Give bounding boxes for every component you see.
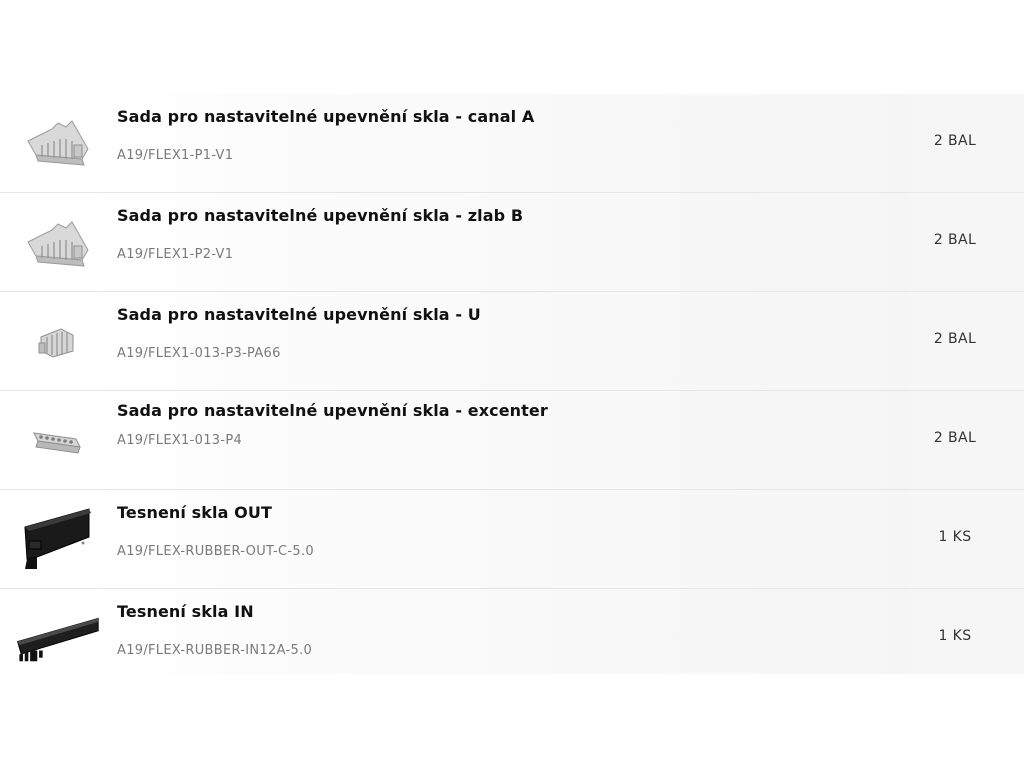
list-item[interactable]: Sada pro nastavitelné upevnění skla - ex… bbox=[0, 391, 1024, 490]
product-quantity: 2 BAL bbox=[933, 430, 977, 446]
product-name[interactable]: Sada pro nastavitelné upevnění skla - zl… bbox=[117, 206, 523, 225]
gray-bracket-icon bbox=[14, 207, 100, 277]
product-name[interactable]: Tesnení skla IN bbox=[117, 602, 254, 621]
product-name[interactable]: Sada pro nastavitelné upevnění skla - ex… bbox=[117, 401, 548, 420]
gray-clip-icon bbox=[14, 306, 100, 376]
product-quantity: 2 BAL bbox=[933, 331, 977, 347]
list-item[interactable]: Sada pro nastavitelné upevnění skla - ca… bbox=[0, 94, 1024, 193]
product-quantity: 1 KS bbox=[938, 529, 972, 545]
product-quantity: 2 BAL bbox=[933, 133, 977, 149]
list-item[interactable]: Sada pro nastavitelné upevnění skla - zl… bbox=[0, 193, 1024, 292]
product-code: A19/FLEX-RUBBER-OUT-C-5.0 bbox=[117, 544, 314, 559]
product-name[interactable]: Sada pro nastavitelné upevnění skla - ca… bbox=[117, 107, 534, 126]
list-item[interactable]: Sada pro nastavitelné upevnění skla - U … bbox=[0, 292, 1024, 391]
product-list: Sada pro nastavitelné upevnění skla - ca… bbox=[0, 94, 1024, 674]
list-item[interactable]: Tesnení skla OUT A19/FLEX-RUBBER-OUT-C-5… bbox=[0, 490, 1024, 589]
product-quantity: 2 BAL bbox=[933, 232, 977, 248]
product-code: A19/FLEX1-013-P3-PA66 bbox=[117, 346, 281, 361]
product-code: A19/FLEX1-P1-V1 bbox=[117, 148, 234, 163]
black-rubber-seal-in-icon bbox=[14, 603, 100, 673]
black-rubber-seal-out-icon bbox=[14, 504, 100, 574]
product-code: A19/FLEX1-P2-V1 bbox=[117, 247, 234, 262]
list-item[interactable]: Tesnení skla IN A19/FLEX-RUBBER-IN12A-5.… bbox=[0, 589, 1024, 674]
product-code: A19/FLEX-RUBBER-IN12A-5.0 bbox=[117, 643, 313, 658]
gray-eccentric-strip-icon bbox=[14, 405, 100, 475]
product-name[interactable]: Sada pro nastavitelné upevnění skla - U bbox=[117, 305, 481, 324]
product-code: A19/FLEX1-013-P4 bbox=[117, 433, 243, 448]
product-name[interactable]: Tesnení skla OUT bbox=[117, 503, 272, 522]
product-quantity: 1 KS bbox=[938, 628, 972, 644]
gray-bracket-icon bbox=[14, 108, 100, 178]
